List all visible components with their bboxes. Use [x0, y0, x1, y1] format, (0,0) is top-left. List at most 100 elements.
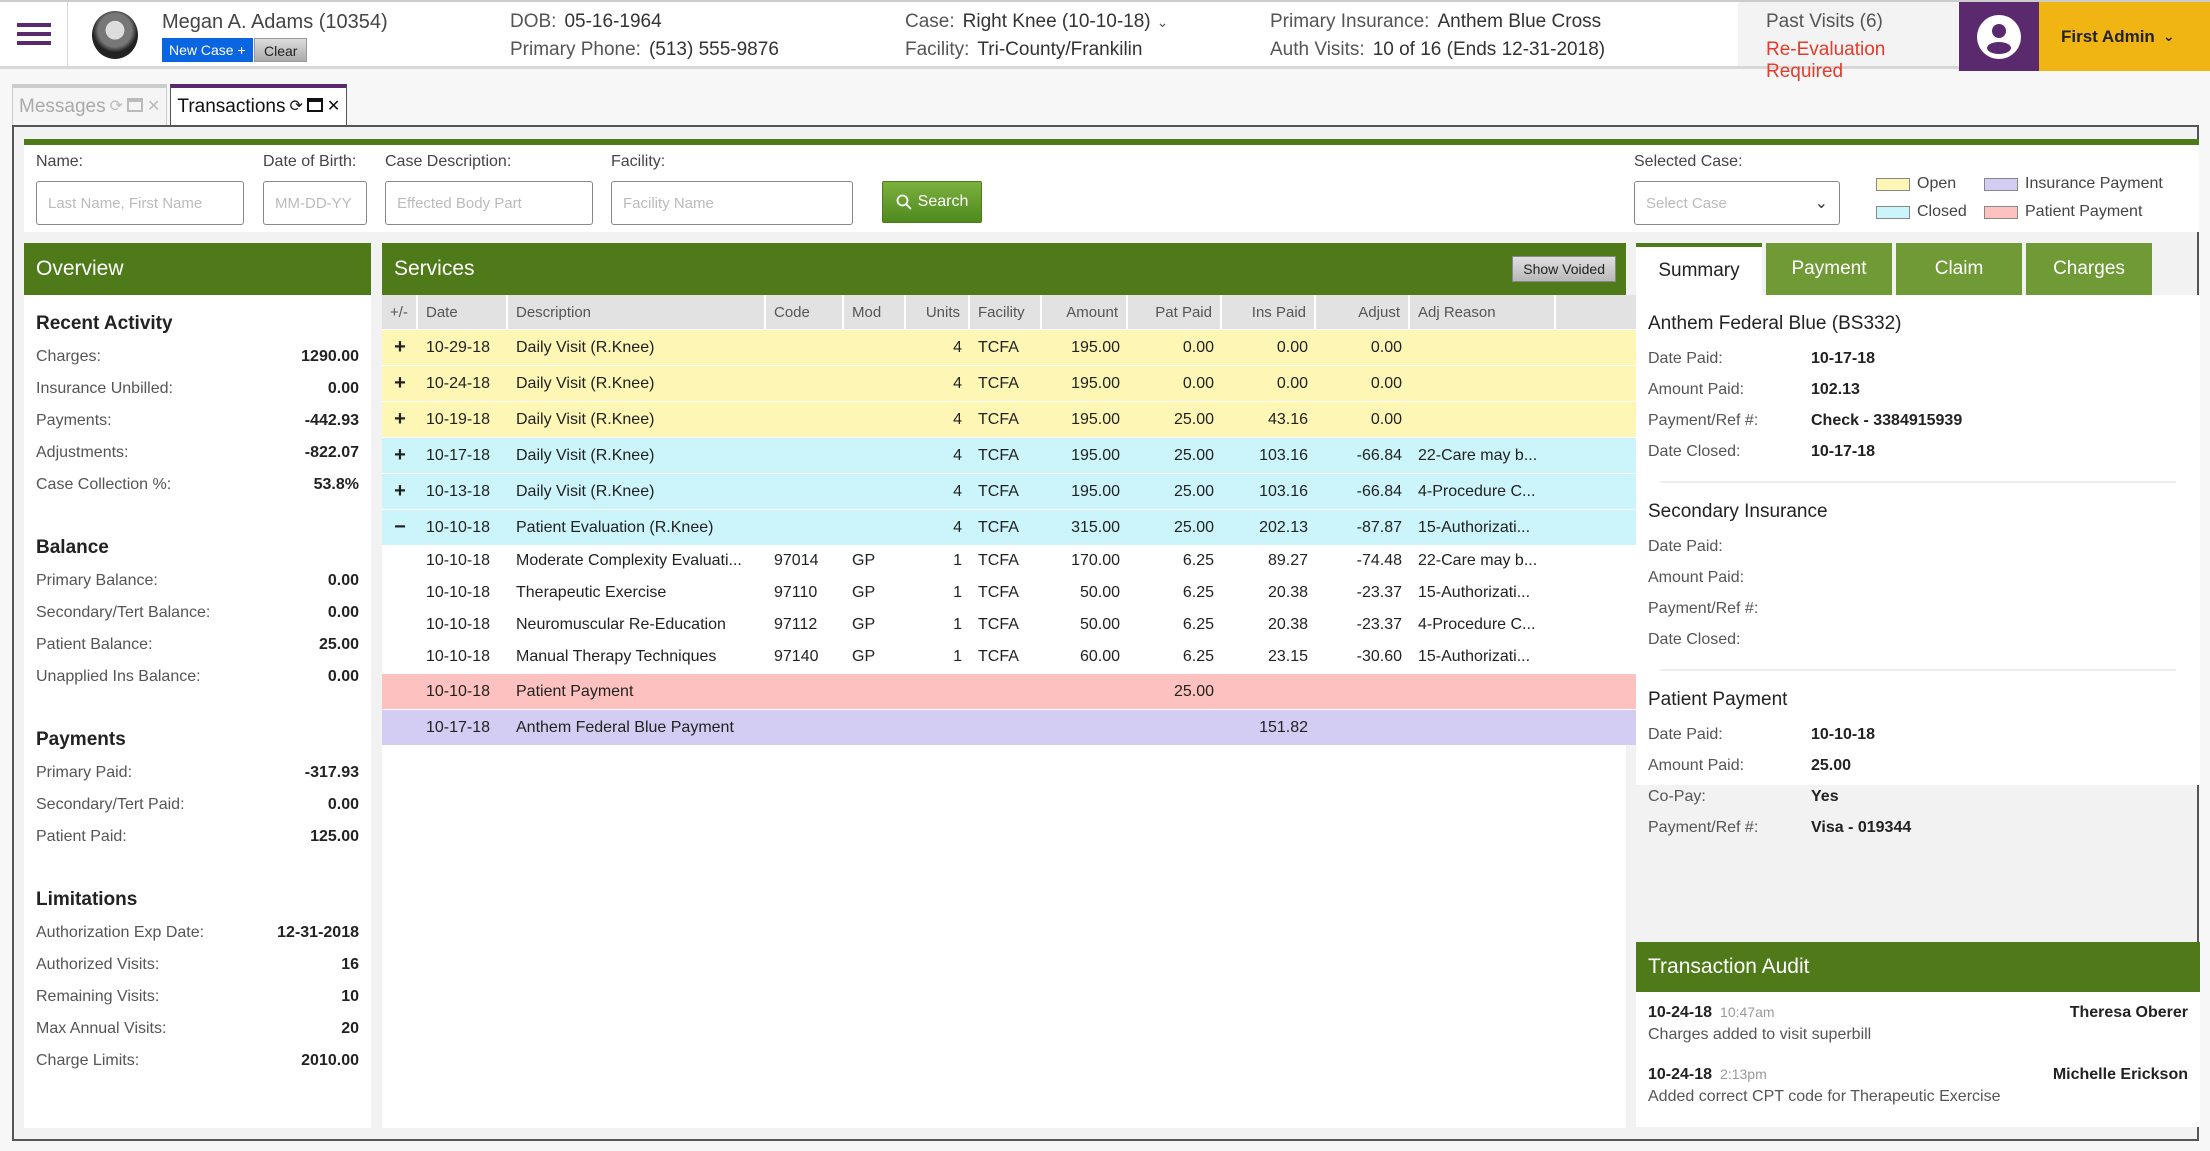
case-value[interactable]: Right Knee (10-10-18) [963, 11, 1151, 32]
name-input[interactable]: Last Name, First Name [36, 181, 244, 225]
table-row[interactable]: 10-10-18 Patient Payment 25.00 [382, 673, 1724, 709]
cell-adj-reason [1410, 709, 1556, 745]
column-header[interactable]: Mod [844, 295, 906, 329]
chevron-down-icon[interactable]: ⌄ [1157, 14, 1169, 31]
column-header[interactable]: Description [508, 295, 766, 329]
column-header[interactable]: Ins Paid [1222, 295, 1316, 329]
case-description-input[interactable]: Effected Body Part [385, 181, 593, 225]
cell-ins-paid: 20.38 [1222, 609, 1316, 641]
table-row[interactable]: +10-24-18 Daily Visit (R.Knee) 4 TCFA 195.00… [382, 365, 1724, 401]
cell-facility [970, 709, 1042, 745]
row-label: Patient Paid: [36, 828, 127, 845]
insurance-value: Anthem Blue Cross [1437, 11, 1602, 32]
clear-button[interactable]: Clear [254, 38, 308, 62]
audit-item: 10-24-18 10:47am Theresa Oberer Charges add… [1636, 992, 2200, 1054]
facility-input[interactable]: Facility Name [611, 181, 853, 225]
column-header[interactable]: +/- [382, 295, 418, 329]
refresh-icon[interactable]: ⟳ [289, 99, 302, 115]
hamburger-menu-icon[interactable] [0, 2, 68, 66]
user-avatar[interactable] [1959, 2, 2039, 71]
table-row[interactable]: +10-17-18 Daily Visit (R.Knee) 4 TCFA 195.00… [382, 437, 1724, 473]
close-icon[interactable]: ✕ [147, 99, 160, 115]
toggle-cell [382, 641, 418, 673]
table-row[interactable]: 10-17-18 Anthem Federal Blue Payment 151.8… [382, 709, 1724, 745]
tab-claim[interactable]: Claim [1896, 243, 2022, 295]
table-row[interactable]: 10-10-18 Neuromuscular Re-Education 97112 G… [382, 609, 1724, 641]
overview-row: Remaining Visits: 10 [36, 981, 359, 1013]
expand-icon[interactable]: + [382, 437, 418, 473]
row-value: 2010.00 [301, 1052, 359, 1069]
overview-row: Primary Paid: -317.93 [36, 757, 359, 789]
overview-section: Recent Activity Charges: 1290.00 Insurance … [24, 313, 371, 501]
past-visits-box[interactable]: Past Visits (6) Re-Evaluation Required [1738, 2, 1958, 82]
cell-ins-paid: 0.00 [1222, 329, 1316, 365]
overview-row: Secondary/Tert Paid: 0.00 [36, 789, 359, 821]
tab-summary[interactable]: Summary [1636, 243, 1762, 295]
close-icon[interactable]: ✕ [327, 99, 340, 115]
chevron-down-icon: ⌄ [2162, 28, 2175, 44]
maximize-icon[interactable] [306, 98, 323, 116]
column-header[interactable]: Facility [970, 295, 1042, 329]
user-menu[interactable]: First Admin ⌄ [2039, 2, 2210, 71]
row-label: Co-Pay: [1648, 787, 1706, 805]
new-case-button[interactable]: New Case + [162, 38, 253, 62]
cell-ins-paid: 151.82 [1222, 709, 1316, 745]
table-row[interactable]: +10-19-18 Daily Visit (R.Knee) 4 TCFA 195.00… [382, 401, 1724, 437]
auth-label: Auth Visits: [1270, 39, 1365, 60]
overview-row: Payments: -442.93 [36, 405, 359, 437]
maximize-icon[interactable] [127, 98, 144, 116]
cell-adjust: -66.84 [1316, 473, 1410, 509]
table-header-row: +/- Date Description Code Mod Units Facility Am… [382, 295, 1724, 329]
row-value: 10 [341, 988, 359, 1005]
table-row[interactable]: 10-10-18 Moderate Complexity Evaluati... 9… [382, 545, 1724, 577]
patient-avatar [92, 11, 138, 59]
tab-charges[interactable]: Charges [2026, 243, 2152, 295]
case-selector[interactable]: Case: Right Knee (10-10-18) ⌄ [905, 11, 1168, 33]
table-row[interactable]: +10-29-18 Daily Visit (R.Knee) 4 TCFA 195.00… [382, 329, 1724, 365]
row-value: 10-17-18 [1811, 442, 1876, 460]
dob-input[interactable]: MM-DD-YY [263, 181, 367, 225]
dob-info: DOB: 05-16-1964 [510, 11, 662, 33]
audit-time: 10:47am [1720, 1004, 1775, 1020]
table-row[interactable]: 10-10-18 Therapeutic Exercise 97110 GP 1 TCFA… [382, 577, 1724, 609]
column-header[interactable]: Adjust [1316, 295, 1410, 329]
cell-code: 97110 [766, 577, 844, 609]
legend-label: Patient Payment [2025, 203, 2143, 220]
column-header[interactable]: Adj Reason [1410, 295, 1556, 329]
expand-icon[interactable]: + [382, 401, 418, 437]
row-value: Check - 3384915939 [1811, 411, 1963, 429]
table-row[interactable]: −10-10-18 Patient Evaluation (R.Knee) 4 TCF… [382, 509, 1724, 545]
cell-pat-paid [1128, 709, 1222, 745]
past-visits-link[interactable]: Past Visits (6) [1766, 11, 1883, 33]
tab-payment[interactable]: Payment [1766, 243, 1892, 295]
selected-case-select[interactable]: Select Case ⌄ [1634, 181, 1840, 225]
row-value: 0.00 [327, 796, 359, 813]
audit-user: Michelle Erickson [2052, 1066, 2188, 1083]
table-row[interactable]: +10-13-18 Daily Visit (R.Knee) 4 TCFA 195.00… [382, 473, 1724, 509]
table-row[interactable]: 10-10-18 Manual Therapy Techniques 97140 GP… [382, 641, 1724, 673]
column-header[interactable]: Units [906, 295, 970, 329]
expand-icon[interactable]: + [382, 329, 418, 365]
search-button[interactable]: Search [882, 181, 982, 223]
expand-icon[interactable]: + [382, 473, 418, 509]
column-header[interactable]: Pat Paid [1128, 295, 1222, 329]
expand-icon[interactable]: + [382, 365, 418, 401]
tab-transactions[interactable]: Transactions ⟳ ✕ [170, 84, 348, 126]
column-header[interactable]: Amount [1042, 295, 1128, 329]
overview-row: Patient Paid: 125.00 [36, 821, 359, 853]
show-voided-button[interactable]: Show Voided [1512, 256, 1616, 282]
cell-mod [844, 509, 906, 545]
row-label: Authorized Visits: [36, 956, 160, 973]
cell-code: 97140 [766, 641, 844, 673]
refresh-icon[interactable]: ⟳ [110, 99, 123, 115]
tab-messages[interactable]: Messages ⟳ ✕ [12, 84, 168, 126]
summary-body: Anthem Federal Blue (BS332) Date Paid: 10-… [1648, 313, 2188, 843]
cell-adj-reason: 4-Procedure C... [1410, 473, 1556, 509]
cell-adjust: -30.60 [1316, 641, 1410, 673]
cell-facility: TCFA [970, 641, 1042, 673]
collapse-icon[interactable]: − [382, 509, 418, 545]
column-header[interactable]: Date [418, 295, 508, 329]
column-header[interactable]: Code [766, 295, 844, 329]
